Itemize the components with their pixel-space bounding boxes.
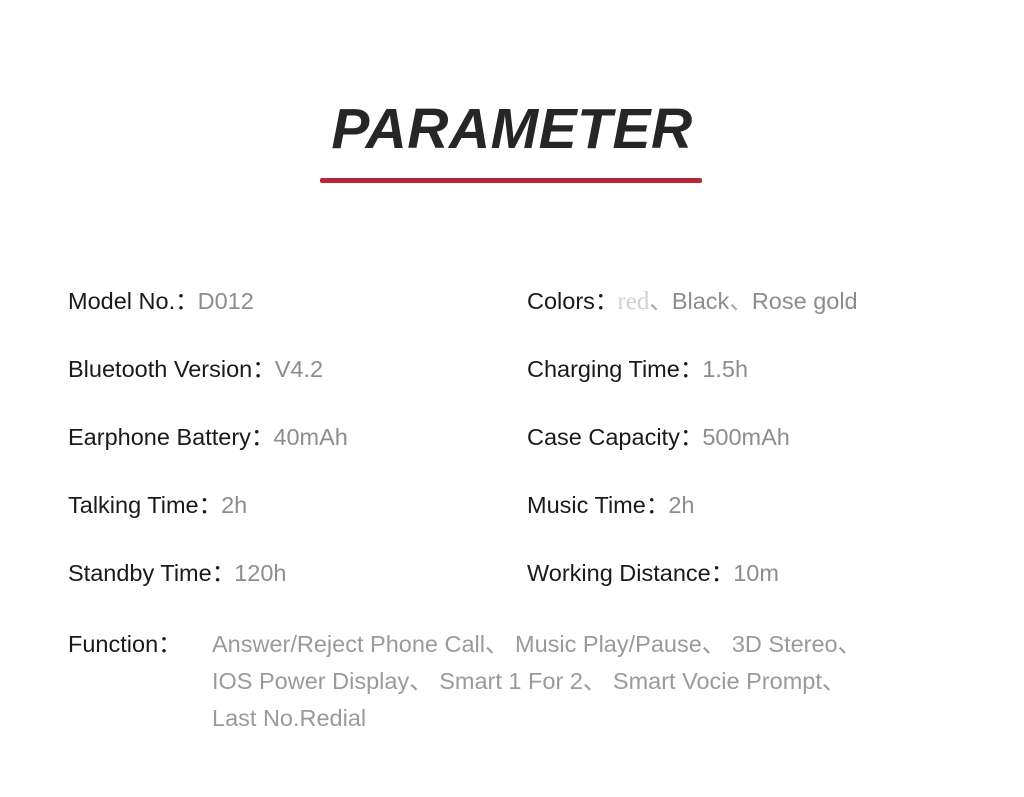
enum-separator: 、 bbox=[729, 288, 752, 314]
parameter-spec-page: PARAMETER Model No.：D012 Colors：red、Blac… bbox=[0, 0, 1024, 797]
spec-colon: ： bbox=[679, 356, 703, 382]
spec-item-music-time: Music Time：2h bbox=[527, 490, 694, 520]
spec-label: Standby Time bbox=[68, 560, 212, 586]
function-value-list: Answer/Reject Phone Call、 Music Play/Pau… bbox=[212, 626, 1002, 737]
spec-colon: ： bbox=[252, 356, 275, 382]
spec-colon: ： bbox=[158, 631, 181, 657]
spec-value: 1.5h bbox=[702, 356, 749, 382]
spec-label: Bluetooth Version bbox=[68, 356, 253, 382]
spec-colon: ： bbox=[175, 288, 198, 314]
function-line: Last No.Redial bbox=[212, 705, 367, 731]
spec-value: 500mAh bbox=[702, 424, 790, 450]
spec-row: Standby Time：120h Working Distance：10m bbox=[0, 558, 1024, 626]
spec-value: 2h bbox=[668, 492, 695, 518]
spec-label: Music Time bbox=[527, 492, 646, 518]
spec-label: Colors bbox=[527, 288, 595, 314]
enum-separator: 、 bbox=[649, 288, 672, 314]
spec-row: Model No.：D012 Colors：red、Black、Rose gol… bbox=[0, 286, 1024, 354]
spec-value: 10m bbox=[733, 560, 779, 586]
spec-row: Earphone Battery：40mAh Case Capacity：500… bbox=[0, 422, 1024, 490]
spec-value-color-rose-gold: Rose gold bbox=[751, 288, 858, 314]
spec-label: Charging Time bbox=[527, 356, 680, 382]
function-line: IOS Power Display、 Smart 1 For 2、 Smart … bbox=[212, 668, 846, 694]
page-title-block: PARAMETER bbox=[0, 97, 1024, 161]
spec-value: V4.2 bbox=[274, 356, 324, 382]
spec-table: Model No.：D012 Colors：red、Black、Rose gol… bbox=[0, 286, 1024, 626]
spec-value: D012 bbox=[197, 288, 254, 314]
spec-value: 120h bbox=[234, 560, 287, 586]
spec-colon: ： bbox=[710, 560, 734, 586]
spec-item-standby-time: Standby Time：120h bbox=[68, 558, 286, 588]
spec-label: Model No. bbox=[68, 288, 176, 314]
spec-value: 40mAh bbox=[273, 424, 348, 450]
spec-row: Bluetooth Version：V4.2 Charging Time：1.5… bbox=[0, 354, 1024, 422]
spec-item-talking-time: Talking Time：2h bbox=[68, 490, 247, 520]
spec-colon: ： bbox=[250, 424, 274, 450]
spec-colon: ： bbox=[679, 424, 703, 450]
spec-label: Earphone Battery bbox=[68, 424, 251, 450]
title-underline-rule bbox=[320, 178, 702, 183]
spec-label: Function bbox=[68, 631, 159, 657]
spec-colon: ： bbox=[594, 288, 618, 314]
function-label-group: Function： bbox=[68, 626, 182, 663]
spec-item-model-no: Model No.：D012 bbox=[68, 286, 254, 316]
spec-value: 2h bbox=[221, 492, 248, 518]
spec-label: Case Capacity bbox=[527, 424, 680, 450]
spec-colon: ： bbox=[211, 560, 235, 586]
spec-value-color-red: red bbox=[617, 288, 650, 315]
spec-label: Talking Time bbox=[68, 492, 199, 518]
spec-value-color-black: Black bbox=[671, 288, 730, 314]
spec-label: Working Distance bbox=[527, 560, 711, 586]
spec-colon: ： bbox=[645, 492, 669, 518]
function-line: Answer/Reject Phone Call、 Music Play/Pau… bbox=[212, 631, 862, 657]
spec-item-working-distance: Working Distance：10m bbox=[527, 558, 779, 588]
spec-row: Talking Time：2h Music Time：2h bbox=[0, 490, 1024, 558]
spec-item-charging-time: Charging Time：1.5h bbox=[527, 354, 748, 384]
spec-item-colors: Colors：red、Black、Rose gold bbox=[527, 286, 858, 317]
spec-colon: ： bbox=[198, 492, 222, 518]
spec-item-earphone-battery: Earphone Battery：40mAh bbox=[68, 422, 348, 452]
spec-item-bluetooth-version: Bluetooth Version：V4.2 bbox=[68, 354, 323, 384]
spec-item-case-capacity: Case Capacity：500mAh bbox=[527, 422, 790, 452]
page-title: PARAMETER bbox=[331, 97, 693, 161]
